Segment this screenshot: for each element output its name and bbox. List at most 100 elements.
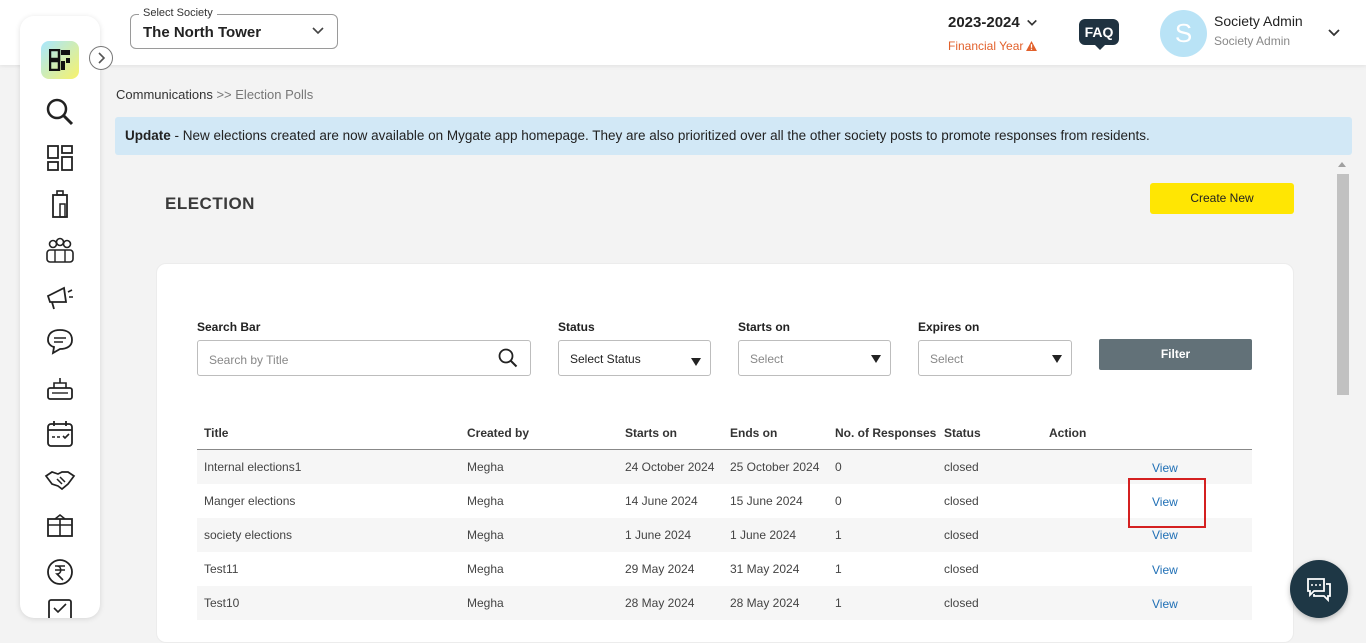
caret-down-icon bbox=[691, 358, 701, 366]
amenities-icon[interactable] bbox=[44, 372, 76, 404]
column-header-created-by: Created by bbox=[467, 426, 530, 440]
cell-status: closed bbox=[944, 528, 979, 542]
cell-starts-on: 1 June 2024 bbox=[625, 528, 692, 542]
column-header-title: Title bbox=[204, 426, 229, 440]
cell-responses: 0 bbox=[835, 494, 842, 508]
chat-support-button[interactable] bbox=[1290, 560, 1348, 618]
cell-starts-on: 24 October 2024 bbox=[625, 460, 715, 474]
financial-year-selector[interactable]: 2023-2024 Financial Year bbox=[948, 14, 1048, 53]
society-select[interactable]: Select Society The North Tower bbox=[130, 7, 338, 49]
breadcrumb: Communications >> Election Polls bbox=[116, 87, 313, 102]
status-label: Status bbox=[558, 320, 595, 334]
expires-on-select-value: Select bbox=[930, 352, 964, 366]
table-row: Test11 Megha 29 May 2024 31 May 2024 1 c… bbox=[197, 552, 1252, 586]
warning-icon bbox=[1026, 41, 1038, 51]
breadcrumb-separator: >> bbox=[216, 87, 232, 102]
chat-icon bbox=[1307, 578, 1331, 603]
update-banner: Update - New elections created are now a… bbox=[115, 117, 1352, 155]
user-role: Society Admin bbox=[1214, 34, 1291, 48]
cell-title: Test11 bbox=[204, 562, 239, 576]
chevron-down-icon bbox=[312, 27, 324, 35]
helpdesk-icon[interactable] bbox=[44, 464, 76, 496]
dashboard-icon[interactable] bbox=[44, 142, 76, 174]
building-icon[interactable] bbox=[44, 188, 76, 220]
view-link[interactable]: View bbox=[1152, 597, 1178, 611]
caret-down-icon bbox=[1052, 355, 1062, 363]
chevron-right-icon bbox=[98, 52, 106, 64]
cell-ends-on: 1 June 2024 bbox=[730, 528, 797, 542]
view-link[interactable]: View bbox=[1152, 461, 1178, 475]
cell-ends-on: 15 June 2024 bbox=[730, 494, 803, 508]
highlight-box bbox=[1128, 478, 1206, 528]
accounts-icon[interactable] bbox=[44, 556, 76, 588]
cell-status: closed bbox=[944, 596, 979, 610]
breadcrumb-parent[interactable]: Communications bbox=[116, 87, 213, 102]
search-label: Search Bar bbox=[197, 320, 261, 334]
cell-status: closed bbox=[944, 562, 979, 576]
notices-icon[interactable] bbox=[44, 280, 76, 312]
view-link[interactable]: View bbox=[1152, 563, 1178, 577]
cell-title: Test10 bbox=[204, 596, 240, 610]
cell-created-by: Megha bbox=[467, 494, 504, 508]
sidebar bbox=[20, 16, 100, 618]
chevron-down-icon[interactable] bbox=[1327, 26, 1341, 40]
column-header-starts-on: Starts on bbox=[625, 426, 678, 440]
top-header: Select Society The North Tower 2023-2024… bbox=[0, 0, 1366, 65]
financial-year-value: 2023-2024 bbox=[948, 14, 1020, 31]
cell-starts-on: 14 June 2024 bbox=[625, 494, 698, 508]
checklist-icon[interactable] bbox=[44, 596, 76, 618]
search-placeholder: Search by Title bbox=[209, 353, 289, 367]
mygate-logo[interactable] bbox=[41, 41, 79, 79]
cell-title: society elections bbox=[204, 528, 293, 542]
scroll-up-arrow[interactable] bbox=[1338, 162, 1346, 167]
table-row: Internal elections1 Megha 24 October 202… bbox=[197, 450, 1252, 484]
user-name[interactable]: Society Admin bbox=[1214, 13, 1303, 29]
logo-icon bbox=[49, 49, 70, 71]
calendar-icon[interactable] bbox=[44, 418, 76, 450]
faq-button[interactable]: FAQ bbox=[1079, 19, 1119, 50]
cell-starts-on: 28 May 2024 bbox=[625, 596, 695, 610]
banner-text: - New elections created are now availabl… bbox=[170, 128, 1150, 143]
table-row: society elections Megha 1 June 2024 1 Ju… bbox=[197, 518, 1252, 552]
cell-ends-on: 25 October 2024 bbox=[730, 460, 820, 474]
parcel-icon[interactable] bbox=[44, 510, 76, 542]
create-new-button[interactable]: Create New bbox=[1150, 183, 1294, 214]
column-header-status: Status bbox=[944, 426, 981, 440]
search-icon[interactable] bbox=[44, 96, 76, 128]
avatar[interactable]: S bbox=[1160, 10, 1207, 57]
column-header-action: Action bbox=[1049, 426, 1087, 440]
table-row: Test10 Megha 28 May 2024 28 May 2024 1 c… bbox=[197, 586, 1252, 620]
starts-on-select-value: Select bbox=[750, 352, 784, 366]
breadcrumb-current: Election Polls bbox=[235, 87, 314, 102]
chevron-down-icon bbox=[1026, 19, 1037, 26]
cell-ends-on: 28 May 2024 bbox=[730, 596, 800, 610]
status-select[interactable]: Select Status bbox=[558, 340, 711, 376]
expires-on-label: Expires on bbox=[918, 320, 980, 334]
cell-responses: 1 bbox=[835, 528, 842, 542]
cell-ends-on: 31 May 2024 bbox=[730, 562, 800, 576]
cell-starts-on: 29 May 2024 bbox=[625, 562, 695, 576]
filter-button[interactable]: Filter bbox=[1099, 339, 1252, 370]
cell-created-by: Megha bbox=[467, 528, 504, 542]
society-select-value: The North Tower bbox=[143, 24, 262, 41]
column-header-responses: No. of Responses bbox=[835, 426, 937, 440]
view-link[interactable]: View bbox=[1152, 528, 1178, 542]
communications-icon[interactable] bbox=[44, 326, 76, 358]
cell-responses: 1 bbox=[835, 562, 842, 576]
page-title: ELECTION bbox=[165, 194, 255, 213]
cell-created-by: Megha bbox=[467, 562, 504, 576]
expires-on-select[interactable]: Select bbox=[918, 340, 1072, 376]
residents-icon[interactable] bbox=[44, 234, 76, 266]
column-header-ends-on: Ends on bbox=[730, 426, 778, 440]
cell-title: Manger elections bbox=[204, 494, 296, 508]
cell-status: closed bbox=[944, 460, 979, 474]
scrollbar-thumb[interactable] bbox=[1337, 174, 1349, 395]
sidebar-toggle-button[interactable] bbox=[89, 46, 113, 70]
society-select-label: Select Society bbox=[139, 7, 217, 19]
caret-down-icon bbox=[871, 355, 881, 363]
search-icon[interactable] bbox=[498, 348, 518, 368]
search-input[interactable]: Search by Title bbox=[197, 340, 531, 376]
starts-on-select[interactable]: Select bbox=[738, 340, 891, 376]
cell-responses: 0 bbox=[835, 460, 842, 474]
starts-on-label: Starts on bbox=[738, 320, 791, 334]
